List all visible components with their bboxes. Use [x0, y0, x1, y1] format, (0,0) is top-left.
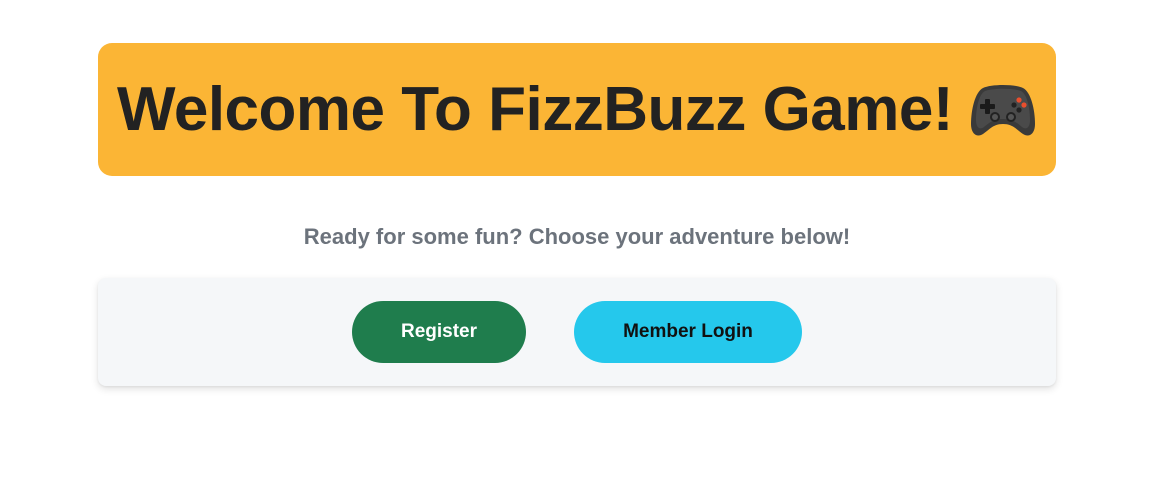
actions-card: Register Member Login — [98, 278, 1056, 386]
page: Welcome To FizzBuzz Game! Ready for some… — [0, 0, 1170, 503]
gamepad-icon — [969, 80, 1037, 140]
member-login-button[interactable]: Member Login — [574, 301, 802, 363]
intro-text: Ready for some fun? Choose your adventur… — [303, 224, 851, 249]
register-button[interactable]: Register — [352, 301, 526, 363]
page-title-text: Welcome To FizzBuzz Game! — [116, 75, 954, 144]
welcome-banner: Welcome To FizzBuzz Game! — [98, 43, 1056, 176]
page-title: Welcome To FizzBuzz Game! — [117, 74, 1037, 145]
